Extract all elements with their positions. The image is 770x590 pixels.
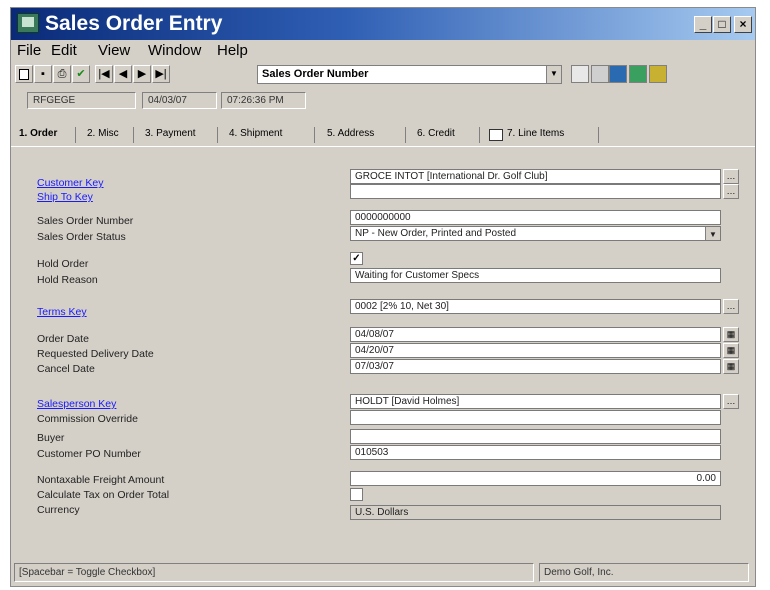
record-search-value: Sales Order Number <box>262 68 369 80</box>
previous-record-icon[interactable]: ◀ <box>114 65 132 83</box>
line-items-icon <box>489 129 503 141</box>
customer-po-number-label: Customer PO Number <box>37 448 141 460</box>
tab-shipment[interactable]: 4. Shipment <box>229 128 282 139</box>
commission-override-label: Commission Override <box>37 413 138 425</box>
customer-key-link[interactable]: Customer Key <box>37 177 104 189</box>
cancel-date-calendar-button[interactable]: ▦ <box>723 359 739 374</box>
calculate-tax-label: Calculate Tax on Order Total <box>37 489 170 501</box>
print-icon[interactable]: ⎙ <box>53 65 71 83</box>
save-icon[interactable]: ▪ <box>34 65 52 83</box>
menu-bar: File Edit View Window Help <box>11 40 755 60</box>
tab-divider <box>479 127 480 143</box>
ship-to-key-field[interactable] <box>350 184 721 199</box>
chevron-down-icon[interactable]: ▼ <box>705 227 720 240</box>
first-record-icon[interactable]: |◀ <box>95 65 113 83</box>
terms-key-field[interactable]: 0002 [2% 10, Net 30] <box>350 299 721 314</box>
new-doc-icon[interactable] <box>15 65 33 83</box>
ship-to-key-link[interactable]: Ship To Key <box>37 191 93 203</box>
cancel-date-label: Cancel Date <box>37 363 95 375</box>
toolbar: ▪ ⎙ ✔ |◀ ◀ ▶ ▶| Sales Order Number ▼ <box>11 62 755 88</box>
help-icon[interactable] <box>649 65 667 83</box>
time-display: 07:26:36 PM <box>221 92 306 109</box>
app-icon <box>17 13 39 33</box>
salesperson-key-link[interactable]: Salesperson Key <box>37 398 116 410</box>
commission-override-field[interactable] <box>350 410 721 425</box>
sales-order-status-label: Sales Order Status <box>37 231 126 243</box>
title-bar[interactable]: Sales Order Entry _ □ × <box>11 8 755 40</box>
nontaxable-freight-field[interactable]: 0.00 <box>350 471 721 486</box>
sales-order-status-select[interactable]: NP - New Order, Printed and Posted ▼ <box>350 226 721 241</box>
calendar-icon[interactable] <box>609 65 627 83</box>
menu-view[interactable]: View <box>98 42 130 59</box>
tab-order[interactable]: 1. Order <box>19 128 57 139</box>
sales-order-entry-window: Sales Order Entry _ □ × File Edit View W… <box>10 7 756 587</box>
requested-delivery-date-field[interactable]: 04/20/07 <box>350 343 721 358</box>
cancel-date-field[interactable]: 07/03/07 <box>350 359 721 374</box>
date-display: 04/03/07 <box>142 92 217 109</box>
memo-icon[interactable] <box>591 65 609 83</box>
tab-divider <box>217 127 218 143</box>
customer-key-field[interactable]: GROCE INTOT [International Dr. Golf Club… <box>350 169 721 184</box>
maximize-button[interactable]: □ <box>713 16 731 33</box>
window-title: Sales Order Entry <box>45 12 223 35</box>
requested-delivery-date-label: Requested Delivery Date <box>37 348 154 360</box>
ship-to-key-lookup-button[interactable]: … <box>723 184 739 199</box>
calculate-tax-checkbox[interactable] <box>350 488 363 501</box>
salesperson-key-lookup-button[interactable]: … <box>723 394 739 409</box>
tab-divider <box>133 127 134 143</box>
sales-order-status-value: NP - New Order, Printed and Posted <box>355 228 517 239</box>
checkmark-icon[interactable]: ✔ <box>72 65 90 83</box>
requested-delivery-date-calendar-button[interactable]: ▦ <box>723 343 739 358</box>
tab-divider <box>598 127 599 143</box>
buyer-field[interactable] <box>350 429 721 444</box>
tab-divider <box>75 127 76 143</box>
menu-file[interactable]: File <box>17 42 41 59</box>
last-record-icon[interactable]: ▶| <box>152 65 170 83</box>
sales-order-number-field[interactable]: 0000000000 <box>350 210 721 225</box>
tab-payment[interactable]: 3. Payment <box>145 128 196 139</box>
hold-reason-label: Hold Reason <box>37 274 98 286</box>
salesperson-key-field[interactable]: HOLDT [David Holmes] <box>350 394 721 409</box>
tab-divider <box>314 127 315 143</box>
terms-key-lookup-button[interactable]: … <box>723 299 739 314</box>
menu-window[interactable]: Window <box>148 42 201 59</box>
buyer-label: Buyer <box>37 432 65 444</box>
currency-label: Currency <box>37 504 80 516</box>
tab-line-items[interactable]: 7. Line Items <box>507 128 564 139</box>
chevron-down-icon[interactable]: ▼ <box>546 66 561 83</box>
status-company: Demo Golf, Inc. <box>539 563 749 582</box>
user-id-display: RFGEGE <box>27 92 136 109</box>
tab-credit[interactable]: 6. Credit <box>417 128 455 139</box>
status-hint: [Spacebar = Toggle Checkbox] <box>14 563 534 582</box>
minimize-button[interactable]: _ <box>694 16 712 33</box>
sales-order-number-label: Sales Order Number <box>37 215 134 227</box>
tab-divider <box>405 127 406 143</box>
tab-strip: 1. Order 2. Misc 3. Payment 4. Shipment … <box>11 124 755 147</box>
next-record-icon[interactable]: ▶ <box>133 65 151 83</box>
customer-po-number-field[interactable]: 010503 <box>350 445 721 460</box>
tab-misc[interactable]: 2. Misc <box>87 128 119 139</box>
find-icon[interactable] <box>571 65 589 83</box>
close-button[interactable]: × <box>734 16 752 33</box>
hold-order-checkbox[interactable]: ✓ <box>350 252 363 265</box>
order-date-label: Order Date <box>37 333 89 345</box>
hold-order-label: Hold Order <box>37 258 89 270</box>
record-search-combo[interactable]: Sales Order Number ▼ <box>257 65 562 84</box>
terms-key-link[interactable]: Terms Key <box>37 306 87 318</box>
order-date-calendar-button[interactable]: ▦ <box>723 327 739 342</box>
menu-help[interactable]: Help <box>217 42 248 59</box>
tab-address[interactable]: 5. Address <box>327 128 374 139</box>
menu-edit[interactable]: Edit <box>51 42 77 59</box>
chart-icon[interactable] <box>629 65 647 83</box>
order-date-field[interactable]: 04/08/07 <box>350 327 721 342</box>
customer-key-lookup-button[interactable]: … <box>723 169 739 184</box>
nontaxable-freight-label: Nontaxable Freight Amount <box>37 474 165 486</box>
hold-reason-field[interactable]: Waiting for Customer Specs <box>350 268 721 283</box>
currency-field: U.S. Dollars <box>350 505 721 520</box>
